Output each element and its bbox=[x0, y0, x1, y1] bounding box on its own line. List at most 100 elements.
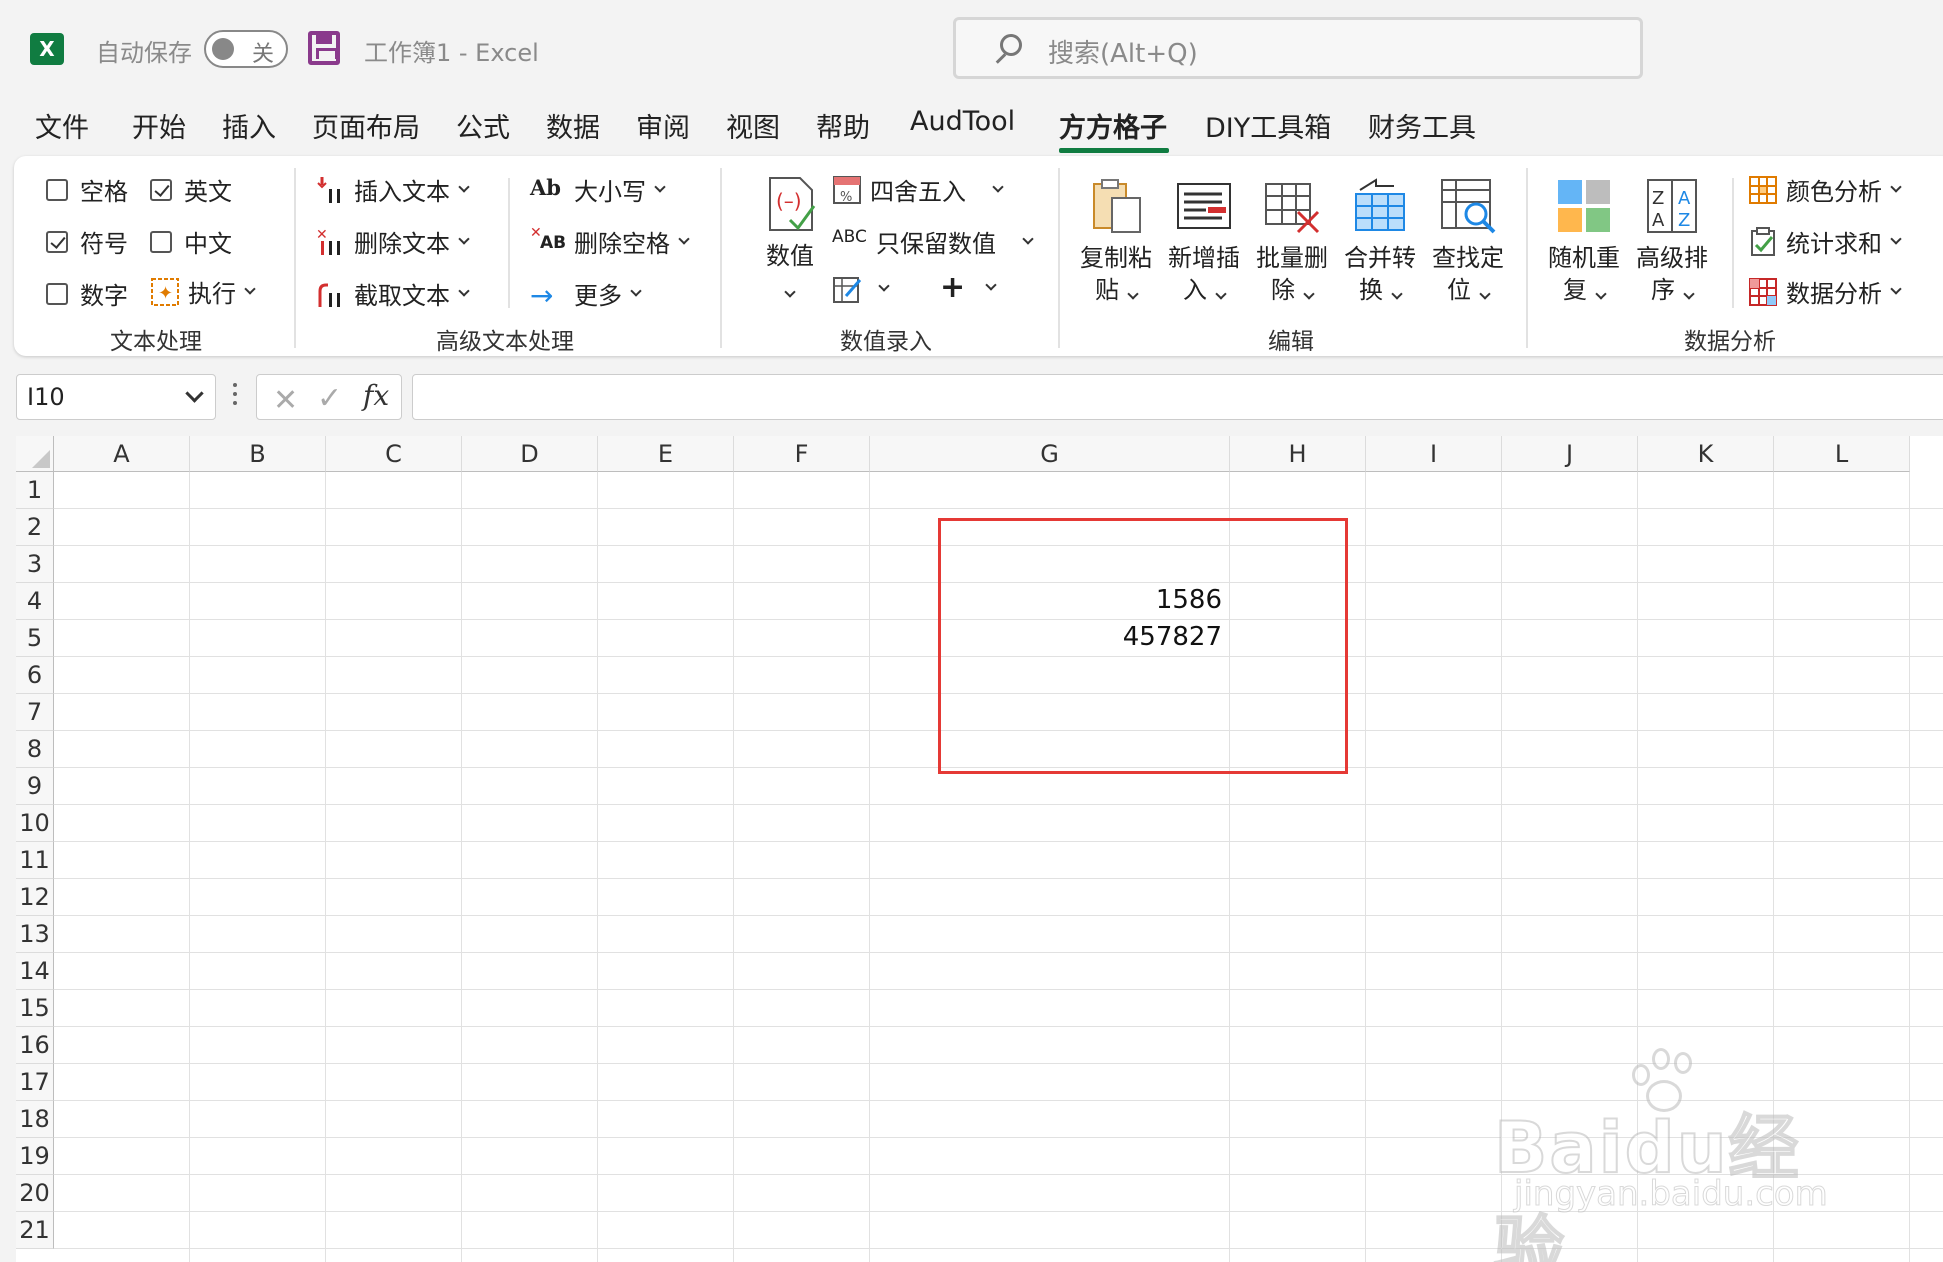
row-header[interactable]: 21 bbox=[16, 1212, 54, 1249]
find-locate-button[interactable]: 查找定 位 bbox=[1428, 176, 1508, 306]
tab-audtool[interactable]: AudTool bbox=[910, 106, 1015, 137]
tab-fangfanggezi[interactable]: 方方格子 bbox=[1059, 106, 1167, 145]
row-header[interactable]: 20 bbox=[16, 1175, 54, 1212]
checkbox-english[interactable]: 英文 bbox=[150, 172, 232, 207]
column-header[interactable]: B bbox=[190, 436, 326, 472]
row-header[interactable]: 1 bbox=[16, 472, 54, 509]
group-divider bbox=[1058, 168, 1060, 348]
row-header[interactable]: 4 bbox=[16, 583, 54, 620]
column-header[interactable]: K bbox=[1638, 436, 1774, 472]
chevron-down-icon bbox=[1022, 232, 1034, 245]
case-button[interactable]: Ab 大小写 bbox=[530, 172, 666, 207]
delete-text-icon: ✕ bbox=[316, 227, 346, 257]
data-analysis-button[interactable]: 数据分析 bbox=[1748, 274, 1902, 309]
row-header[interactable]: 2 bbox=[16, 509, 54, 546]
column-header[interactable]: H bbox=[1230, 436, 1366, 472]
row-header[interactable]: 3 bbox=[16, 546, 54, 583]
search-icon bbox=[1000, 34, 1022, 56]
keep-value-button[interactable]: ABC 只保留数值 bbox=[832, 224, 1034, 259]
tab-home[interactable]: 开始 bbox=[132, 106, 186, 145]
color-analysis-button[interactable]: 颜色分析 bbox=[1748, 172, 1902, 207]
row-header[interactable]: 19 bbox=[16, 1138, 54, 1175]
tab-finance-tools[interactable]: 财务工具 bbox=[1368, 106, 1476, 145]
row-header[interactable]: 15 bbox=[16, 990, 54, 1027]
checkbox-checked-icon bbox=[150, 178, 172, 201]
tab-help[interactable]: 帮助 bbox=[816, 106, 870, 145]
column-header[interactable]: G bbox=[870, 436, 1230, 472]
row-header[interactable]: 14 bbox=[16, 953, 54, 990]
stat-sum-button[interactable]: 统计求和 bbox=[1748, 224, 1902, 259]
tab-view[interactable]: 视图 bbox=[726, 106, 780, 145]
chevron-down-icon bbox=[1683, 288, 1695, 300]
row-header[interactable]: 5 bbox=[16, 620, 54, 657]
enter-icon[interactable]: ✓ bbox=[317, 381, 342, 416]
column-header[interactable]: A bbox=[54, 436, 190, 472]
row-header[interactable]: 18 bbox=[16, 1101, 54, 1138]
plus-button[interactable]: + bbox=[940, 270, 997, 305]
column-header[interactable]: E bbox=[598, 436, 734, 472]
checkbox-space[interactable]: 空格 bbox=[46, 172, 128, 207]
column-header[interactable]: J bbox=[1502, 436, 1638, 472]
column-header[interactable]: L bbox=[1774, 436, 1910, 472]
row-header[interactable]: 6 bbox=[16, 657, 54, 694]
row-header[interactable]: 9 bbox=[16, 768, 54, 805]
row-header[interactable]: 12 bbox=[16, 879, 54, 916]
tab-diy-toolbox[interactable]: DIY工具箱 bbox=[1205, 106, 1331, 145]
row-header[interactable]: 11 bbox=[16, 842, 54, 879]
cancel-icon[interactable]: ✕ bbox=[273, 383, 298, 418]
chevron-down-icon bbox=[985, 278, 997, 291]
merge-convert-button[interactable]: 合并转 换 bbox=[1340, 176, 1420, 306]
tab-page-layout[interactable]: 页面布局 bbox=[312, 106, 420, 145]
checkbox-number[interactable]: 数字 bbox=[46, 276, 128, 311]
insert-text-button[interactable]: 插入文本 bbox=[316, 172, 470, 207]
chevron-down-icon[interactable] bbox=[185, 384, 204, 403]
row-header[interactable]: 8 bbox=[16, 731, 54, 768]
tab-file[interactable]: 文件 bbox=[35, 106, 89, 145]
column-header[interactable]: I bbox=[1366, 436, 1502, 472]
drag-handle-icon[interactable] bbox=[233, 383, 237, 411]
row-header[interactable]: 10 bbox=[16, 805, 54, 842]
column-header[interactable]: F bbox=[734, 436, 870, 472]
search-box[interactable]: 搜索(Alt+Q) bbox=[953, 17, 1643, 79]
checkbox-label: 空格 bbox=[80, 178, 128, 206]
round-button[interactable]: % 四舍五入 bbox=[832, 172, 1004, 207]
name-box-value: I10 bbox=[27, 383, 65, 411]
batch-delete-button[interactable]: 批量删 除 bbox=[1252, 176, 1332, 306]
name-box[interactable]: I10 bbox=[16, 374, 216, 420]
row-header[interactable]: 16 bbox=[16, 1027, 54, 1064]
tab-review[interactable]: 审阅 bbox=[636, 106, 690, 145]
tab-data[interactable]: 数据 bbox=[546, 106, 600, 145]
column-header[interactable]: D bbox=[462, 436, 598, 472]
advanced-sort-button[interactable]: ZAAZ 高级排 序 bbox=[1632, 176, 1712, 306]
more-button[interactable]: → 更多 bbox=[530, 276, 642, 312]
column-header[interactable]: C bbox=[326, 436, 462, 472]
row-header[interactable]: 7 bbox=[16, 694, 54, 731]
delete-space-button[interactable]: ✕ AB 删除空格 bbox=[530, 224, 690, 259]
group-divider bbox=[1732, 178, 1734, 308]
select-all-corner[interactable] bbox=[16, 436, 54, 472]
copy-paste-label: 复制粘 bbox=[1080, 244, 1152, 272]
checkbox-icon bbox=[46, 178, 68, 201]
value-button[interactable]: (–) 数值 bbox=[750, 174, 830, 304]
tab-insert[interactable]: 插入 bbox=[222, 106, 276, 145]
extract-text-button[interactable]: 截取文本 bbox=[316, 276, 470, 311]
delete-text-button[interactable]: ✕ 删除文本 bbox=[316, 224, 470, 259]
save-icon[interactable] bbox=[308, 31, 340, 65]
row-header[interactable]: 17 bbox=[16, 1064, 54, 1101]
random-repeat-button[interactable]: 随机重 复 bbox=[1544, 176, 1624, 306]
delete-space-label: 删除空格 bbox=[574, 230, 670, 258]
formula-input[interactable] bbox=[412, 374, 1943, 420]
checkbox-chinese[interactable]: 中文 bbox=[150, 224, 232, 259]
checkbox-symbol[interactable]: 符号 bbox=[46, 224, 128, 259]
copy-paste-button[interactable]: 复制粘 贴 bbox=[1076, 176, 1156, 306]
row-header[interactable]: 13 bbox=[16, 916, 54, 953]
insert-new-button[interactable]: 新增插 入 bbox=[1164, 176, 1244, 306]
tab-formulas[interactable]: 公式 bbox=[456, 106, 510, 145]
execute-button[interactable]: ✦ 执行 bbox=[150, 274, 256, 309]
copy-paste-label-2: 贴 bbox=[1076, 274, 1156, 306]
autosave-toggle[interactable]: 关 bbox=[204, 30, 288, 68]
insert-text-icon bbox=[316, 175, 346, 205]
insert-function-icon[interactable]: fx bbox=[363, 379, 389, 412]
edit-format-button[interactable] bbox=[832, 274, 890, 304]
value-icon: (–) bbox=[760, 174, 820, 234]
